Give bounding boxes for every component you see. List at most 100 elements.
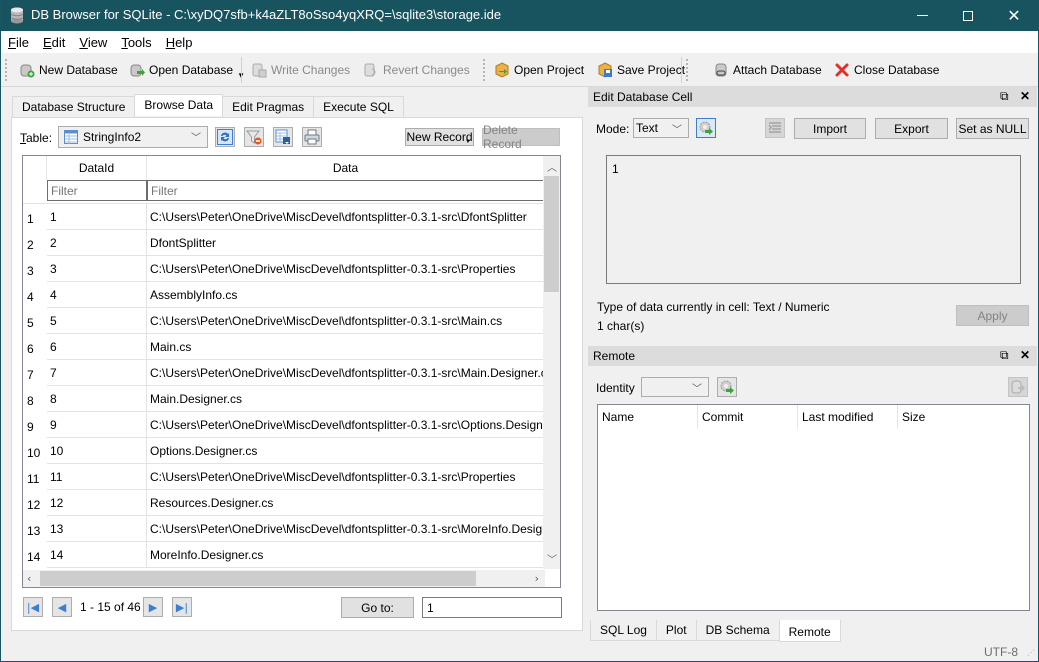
cell-data[interactable]: Options.Designer.cs [147,438,545,464]
next-page-button[interactable]: ▶ [143,597,163,617]
import-button[interactable]: Import [794,118,866,139]
menu-edit[interactable]: Edit [36,35,72,50]
write-changes-button[interactable]: Write Changes [251,60,350,80]
set-as-null-button[interactable]: Set as NULL [956,118,1029,139]
minimize-button[interactable] [899,0,945,31]
filter-dataid-input[interactable] [47,180,147,201]
refresh-button[interactable] [215,127,235,147]
tab-database-structure[interactable]: Database Structure [12,96,136,117]
clear-filters-button[interactable] [244,127,264,147]
goto-input[interactable] [422,597,562,618]
tab-edit-pragmas[interactable]: Edit Pragmas [222,96,315,117]
scroll-right-icon[interactable]: › [535,572,539,585]
row-number[interactable]: 12 [23,490,47,516]
maximize-button[interactable] [945,0,991,31]
row-number[interactable]: 4 [23,282,47,308]
row-number[interactable]: 1 [23,204,47,230]
menu-help[interactable]: Help [159,35,200,50]
cell-dataid[interactable]: 10 [47,438,147,464]
table-select[interactable]: StringInfo2 ﹀ [58,126,208,148]
cell-data[interactable]: DfontSplitter [147,230,545,256]
row-number[interactable]: 14 [23,542,47,568]
tab-execute-sql[interactable]: Execute SQL [313,96,404,117]
print-button[interactable] [302,127,322,147]
toolbar-grip[interactable] [483,59,486,81]
cell-data[interactable]: C:\Users\Peter\OneDrive\MiscDevel\dfonts… [147,464,545,490]
identity-settings-button[interactable] [717,377,737,397]
cell-dataid[interactable]: 12 [47,490,147,516]
table-row[interactable]: 14 14 MoreInfo.Designer.cs [23,542,545,568]
cell-editor[interactable]: 1 [606,155,1021,284]
mode-select[interactable]: Text ﹀ [633,118,689,138]
tab-browse-data[interactable]: Browse Data [134,94,224,116]
row-number[interactable]: 6 [23,334,47,360]
row-number[interactable]: 5 [23,308,47,334]
table-row[interactable]: 1 1 C:\Users\Peter\OneDrive\MiscDevel\dfon… [23,204,545,230]
cell-dataid[interactable]: 1 [47,204,147,230]
apply-button[interactable]: Apply [956,305,1029,326]
table-row[interactable]: 5 5 C:\Users\Peter\OneDrive\MiscDevel\dfon… [23,308,545,334]
table-row[interactable]: 12 12 Resources.Designer.cs [23,490,545,516]
remote-column-last-modified[interactable]: Last modified [798,405,898,429]
cell-data[interactable]: C:\Users\Peter\OneDrive\MiscDevel\dfonts… [147,516,545,542]
row-number[interactable]: 11 [23,464,47,490]
cell-dataid[interactable]: 14 [47,542,147,568]
cell-dataid[interactable]: 2 [47,230,147,256]
table-row[interactable]: 6 6 Main.cs [23,334,545,360]
cell-dataid[interactable]: 11 [47,464,147,490]
open-project-button[interactable]: Open Project [494,60,584,80]
column-header-dataid[interactable]: DataId [47,156,147,180]
column-header-data[interactable]: Data [147,156,545,180]
horizontal-scroll-thumb[interactable] [40,571,476,586]
previous-page-button[interactable]: ◀ [52,597,72,617]
scroll-up-icon[interactable]: ︿ [547,159,557,174]
push-database-button[interactable] [1008,377,1028,397]
resize-grip-icon[interactable]: ⋰ [1027,648,1035,657]
toolbar-grip[interactable] [686,59,689,81]
table-row[interactable]: 7 7 C:\Users\Peter\OneDrive\MiscDevel\dfon… [23,360,545,386]
cell-dataid[interactable]: 7 [47,360,147,386]
table-row[interactable]: 9 9 C:\Users\Peter\OneDrive\MiscDevel\dfon… [23,412,545,438]
close-dock-icon[interactable]: ✕ [1020,348,1030,362]
cell-data[interactable]: C:\Users\Peter\OneDrive\MiscDevel\dfonts… [147,256,545,282]
horizontal-scrollbar[interactable]: ‹ › [23,570,545,587]
row-number[interactable]: 9 [23,412,47,438]
cell-data[interactable]: C:\Users\Peter\OneDrive\MiscDevel\dfonts… [147,412,545,438]
cell-dataid[interactable]: 13 [47,516,147,542]
table-row[interactable]: 13 13 C:\Users\Peter\OneDrive\MiscDevel\df… [23,516,545,542]
delete-record-button[interactable]: Delete Record [482,123,560,151]
row-number[interactable]: 2 [23,230,47,256]
cell-data[interactable]: Resources.Designer.cs [147,490,545,516]
table-row[interactable]: 11 11 C:\Users\Peter\OneDrive\MiscDevel\df… [23,464,545,490]
close-database-button[interactable]: Close Database [834,60,939,80]
float-dock-icon[interactable]: ⧉ [1000,348,1009,363]
new-database-button[interactable]: New Database [19,60,118,80]
vertical-scroll-thumb[interactable] [544,176,559,292]
open-database-button[interactable]: Open Database ▼ [129,60,245,80]
cell-data[interactable]: Main.cs [147,334,545,360]
menu-file[interactable]: File [1,35,36,50]
auto-switch-mode-button[interactable] [696,118,716,138]
remote-column-commit[interactable]: Commit [698,405,798,429]
cell-dataid[interactable]: 6 [47,334,147,360]
filter-data-input[interactable] [147,180,547,201]
cell-data[interactable]: MoreInfo.Designer.cs [147,542,545,568]
word-wrap-button[interactable] [765,118,785,138]
cell-dataid[interactable]: 8 [47,386,147,412]
cell-dataid[interactable]: 9 [47,412,147,438]
export-button[interactable]: Export [875,118,948,139]
cell-dataid[interactable]: 5 [47,308,147,334]
table-row[interactable]: 8 8 Main.Designer.cs [23,386,545,412]
menu-tools[interactable]: Tools [114,35,158,50]
menu-view[interactable]: View [72,35,114,50]
cell-data[interactable]: Main.Designer.cs [147,386,545,412]
identity-select[interactable]: ﹀ [641,377,709,397]
tab-db-schema[interactable]: DB Schema [695,620,780,641]
row-number[interactable]: 10 [23,438,47,464]
vertical-scrollbar[interactable]: ︿ ﹀ [543,156,560,569]
scroll-left-icon[interactable]: ‹ [27,572,31,585]
table-row[interactable]: 3 3 C:\Users\Peter\OneDrive\MiscDevel\dfon… [23,256,545,282]
row-number[interactable]: 7 [23,360,47,386]
new-record-button[interactable]: New Record ▼ [405,128,474,146]
row-header-corner[interactable] [23,156,47,180]
